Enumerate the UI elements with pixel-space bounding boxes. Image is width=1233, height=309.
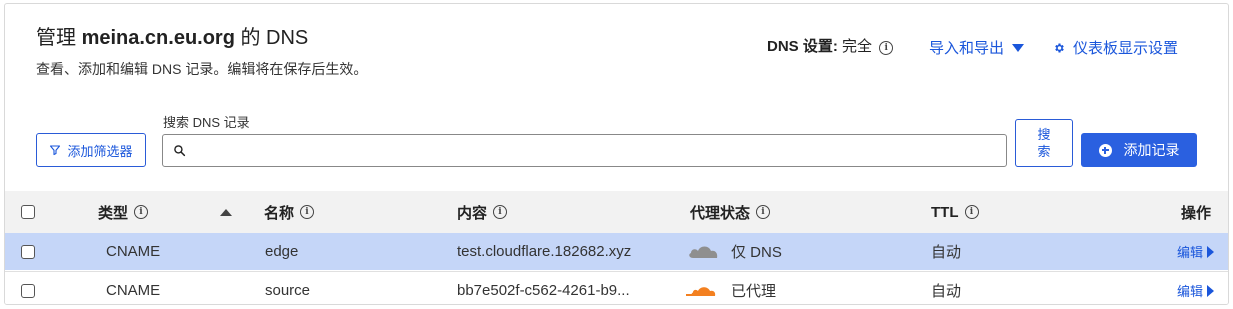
col-name[interactable]: 名称 i bbox=[264, 191, 315, 233]
dns-setting-value: 完全 bbox=[842, 38, 873, 55]
proxy-status: 仅 DNS bbox=[685, 233, 782, 270]
col-actions: 操作 bbox=[1181, 191, 1211, 233]
record-name: source bbox=[265, 282, 311, 299]
edit-link[interactable]: 编辑 bbox=[1177, 272, 1215, 304]
table-row[interactable]: CNAME edge test.cloudflare.182682.xyz 仅 … bbox=[5, 233, 1228, 270]
record-type: CNAME bbox=[106, 243, 161, 260]
add-filter-button[interactable]: 添加筛选器 bbox=[36, 133, 146, 167]
caret-right-icon bbox=[1207, 284, 1215, 297]
page-title: 管理 meina.cn.eu.org 的 DNS bbox=[36, 21, 308, 50]
edit-label: 编辑 bbox=[1177, 245, 1204, 260]
record-name: edge bbox=[265, 243, 299, 260]
info-icon[interactable]: i bbox=[134, 205, 149, 219]
col-actions-label: 操作 bbox=[1181, 204, 1212, 222]
proxy-status-label: 仅 DNS bbox=[731, 244, 782, 261]
domain-name: meina.cn.eu.org bbox=[81, 27, 235, 49]
info-icon[interactable]: i bbox=[964, 205, 979, 219]
search-field[interactable] bbox=[162, 134, 1007, 167]
row-select-cell bbox=[21, 272, 35, 304]
col-ttl[interactable]: TTL i bbox=[931, 191, 979, 233]
search-label: 搜索 DNS 记录 bbox=[163, 115, 250, 130]
add-circle-icon bbox=[1098, 143, 1112, 157]
chevron-down-icon bbox=[1012, 44, 1025, 52]
col-content[interactable]: 内容 i bbox=[457, 191, 508, 233]
proxy-status-label: 已代理 bbox=[731, 283, 777, 300]
import-export-link[interactable]: 导入和导出 bbox=[929, 37, 1025, 58]
search-button[interactable]: 搜索 bbox=[1015, 119, 1073, 167]
select-all-checkbox[interactable] bbox=[21, 205, 35, 219]
title-suffix: 的 DNS bbox=[234, 27, 309, 49]
dashboard-settings-label: 仪表板显示设置 bbox=[1073, 40, 1179, 57]
edit-link[interactable]: 编辑 bbox=[1177, 233, 1215, 270]
import-export-label: 导入和导出 bbox=[929, 40, 1005, 57]
search-input[interactable] bbox=[191, 139, 995, 165]
record-type: CNAME bbox=[106, 282, 161, 299]
info-icon[interactable]: i bbox=[879, 41, 894, 55]
search-icon bbox=[174, 145, 186, 157]
edit-button[interactable]: 编辑 bbox=[1177, 281, 1215, 300]
col-type-label: 类型 bbox=[98, 204, 129, 222]
record-ttl: 自动 bbox=[931, 283, 962, 300]
edit-label: 编辑 bbox=[1177, 284, 1204, 299]
cloud-proxied-icon bbox=[686, 286, 716, 296]
add-record-label: 添加记录 bbox=[1123, 142, 1180, 158]
sort-cell bbox=[220, 191, 232, 233]
info-icon[interactable]: i bbox=[300, 205, 315, 219]
cloud-dns-only-icon bbox=[689, 246, 718, 258]
info-icon[interactable]: i bbox=[493, 205, 508, 219]
table-header: 类型 i 名称 i 内容 i 代理状态 i TTL i 操作 bbox=[5, 191, 1228, 233]
col-type[interactable]: 类型 i bbox=[98, 191, 149, 233]
edit-button[interactable]: 编辑 bbox=[1177, 242, 1215, 261]
col-ttl-label: TTL bbox=[931, 203, 959, 221]
add-record-button[interactable]: 添加记录 bbox=[1081, 133, 1197, 167]
filter-icon bbox=[50, 145, 61, 156]
caret-right-icon bbox=[1207, 245, 1215, 258]
row-checkbox[interactable] bbox=[21, 283, 35, 298]
sort-ascending-icon[interactable] bbox=[220, 208, 232, 216]
col-content-label: 内容 bbox=[457, 204, 488, 222]
col-name-label: 名称 bbox=[264, 204, 295, 222]
dns-setting-status: DNS 设置: 完全 i bbox=[767, 35, 894, 56]
dashboard-settings-link[interactable]: 仪表板显示设置 bbox=[1053, 37, 1178, 58]
table-row[interactable]: CNAME source bb7e502f-c562-4261-b9... 已代… bbox=[5, 271, 1228, 304]
row-select-cell bbox=[21, 233, 35, 270]
record-ttl: 自动 bbox=[931, 244, 962, 261]
dns-setting-label: DNS 设置: bbox=[767, 38, 838, 55]
add-filter-label: 添加筛选器 bbox=[67, 143, 133, 159]
col-proxy-label: 代理状态 bbox=[690, 204, 751, 222]
row-checkbox[interactable] bbox=[21, 244, 35, 259]
record-content: test.cloudflare.182682.xyz bbox=[457, 243, 632, 260]
page-subtitle: 查看、添加和编辑 DNS 记录。编辑将在保存后生效。 bbox=[36, 61, 368, 77]
gear-icon bbox=[1055, 43, 1064, 53]
dns-records-card: 管理 meina.cn.eu.org 的 DNS 查看、添加和编辑 DNS 记录… bbox=[4, 3, 1229, 305]
title-prefix: 管理 bbox=[36, 27, 82, 49]
proxy-status: 已代理 bbox=[685, 272, 777, 304]
info-icon[interactable]: i bbox=[756, 205, 771, 219]
record-content: bb7e502f-c562-4261-b9... bbox=[457, 282, 630, 299]
col-proxy[interactable]: 代理状态 i bbox=[690, 191, 771, 233]
select-all-cell bbox=[21, 191, 35, 233]
